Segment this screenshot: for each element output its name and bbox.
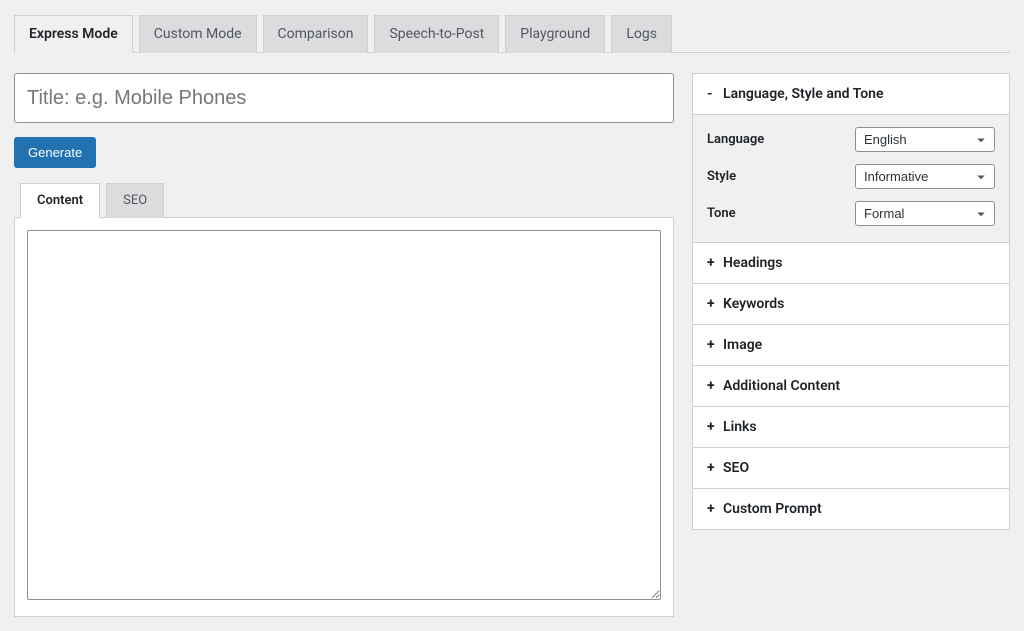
panel-links-header[interactable]: + Links: [693, 407, 1009, 448]
tab-express-mode[interactable]: Express Mode: [14, 15, 133, 53]
panel-custom-prompt-header[interactable]: + Custom Prompt: [693, 489, 1009, 529]
settings-panel: - Language, Style and Tone Language Engli…: [692, 73, 1010, 530]
tab-logs[interactable]: Logs: [611, 15, 672, 53]
panel-title: Additional Content: [723, 378, 840, 394]
tab-speech-to-post[interactable]: Speech-to-Post: [374, 15, 499, 53]
panel-additional-content-header[interactable]: + Additional Content: [693, 366, 1009, 407]
sub-tabs: ContentSEO: [20, 182, 674, 217]
tab-comparison[interactable]: Comparison: [263, 15, 369, 53]
title-input[interactable]: [14, 73, 674, 123]
select-tone[interactable]: Formal: [855, 201, 995, 226]
right-column: - Language, Style and Tone Language Engli…: [692, 73, 1010, 617]
plus-icon: +: [707, 501, 717, 517]
panel-lang-style-tone-body: Language English Style Informative Tone Forma…: [693, 115, 1009, 243]
label-style: Style: [707, 169, 736, 184]
content-panel: [14, 217, 674, 617]
label-language: Language: [707, 132, 764, 147]
panel-keywords-header[interactable]: + Keywords: [693, 284, 1009, 325]
collapsed-sections: + Headings + Keywords + Image + Additional Cont…: [693, 243, 1009, 529]
panel-seo-header[interactable]: + SEO: [693, 448, 1009, 489]
panel-lang-style-tone-header[interactable]: - Language, Style and Tone: [693, 74, 1009, 115]
panel-title: Keywords: [723, 296, 784, 312]
tab-playground[interactable]: Playground: [505, 15, 605, 53]
panel-title: Image: [723, 337, 762, 353]
form-row-style: Style Informative: [707, 164, 995, 189]
plus-icon: +: [707, 378, 717, 394]
select-style[interactable]: Informative: [855, 164, 995, 189]
select-language[interactable]: English: [855, 127, 995, 152]
panel-title: SEO: [723, 460, 749, 476]
plus-icon: +: [707, 255, 717, 271]
form-row-tone: Tone Formal: [707, 201, 995, 226]
subtab-content[interactable]: Content: [20, 183, 100, 218]
panel-title: Links: [723, 419, 757, 435]
panel-headings-header[interactable]: + Headings: [693, 243, 1009, 284]
label-tone: Tone: [707, 206, 736, 221]
plus-icon: +: [707, 296, 717, 312]
panel-image-header[interactable]: + Image: [693, 325, 1009, 366]
plus-icon: +: [707, 419, 717, 435]
left-column: Generate ContentSEO: [14, 73, 674, 617]
generate-button[interactable]: Generate: [14, 137, 96, 168]
subtab-seo[interactable]: SEO: [106, 183, 164, 218]
panel-title: Headings: [723, 255, 782, 271]
plus-icon: +: [707, 337, 717, 353]
minus-icon: -: [707, 86, 717, 102]
tab-custom-mode[interactable]: Custom Mode: [139, 15, 257, 53]
panel-title: Custom Prompt: [723, 501, 822, 517]
content-textarea[interactable]: [27, 230, 661, 600]
form-row-language: Language English: [707, 127, 995, 152]
plus-icon: +: [707, 460, 717, 476]
top-tabs: Express ModeCustom ModeComparisonSpeech-…: [14, 14, 1010, 53]
main-layout: Generate ContentSEO - Language, Style an…: [14, 73, 1010, 617]
panel-lang-style-tone-title: Language, Style and Tone: [723, 86, 884, 102]
